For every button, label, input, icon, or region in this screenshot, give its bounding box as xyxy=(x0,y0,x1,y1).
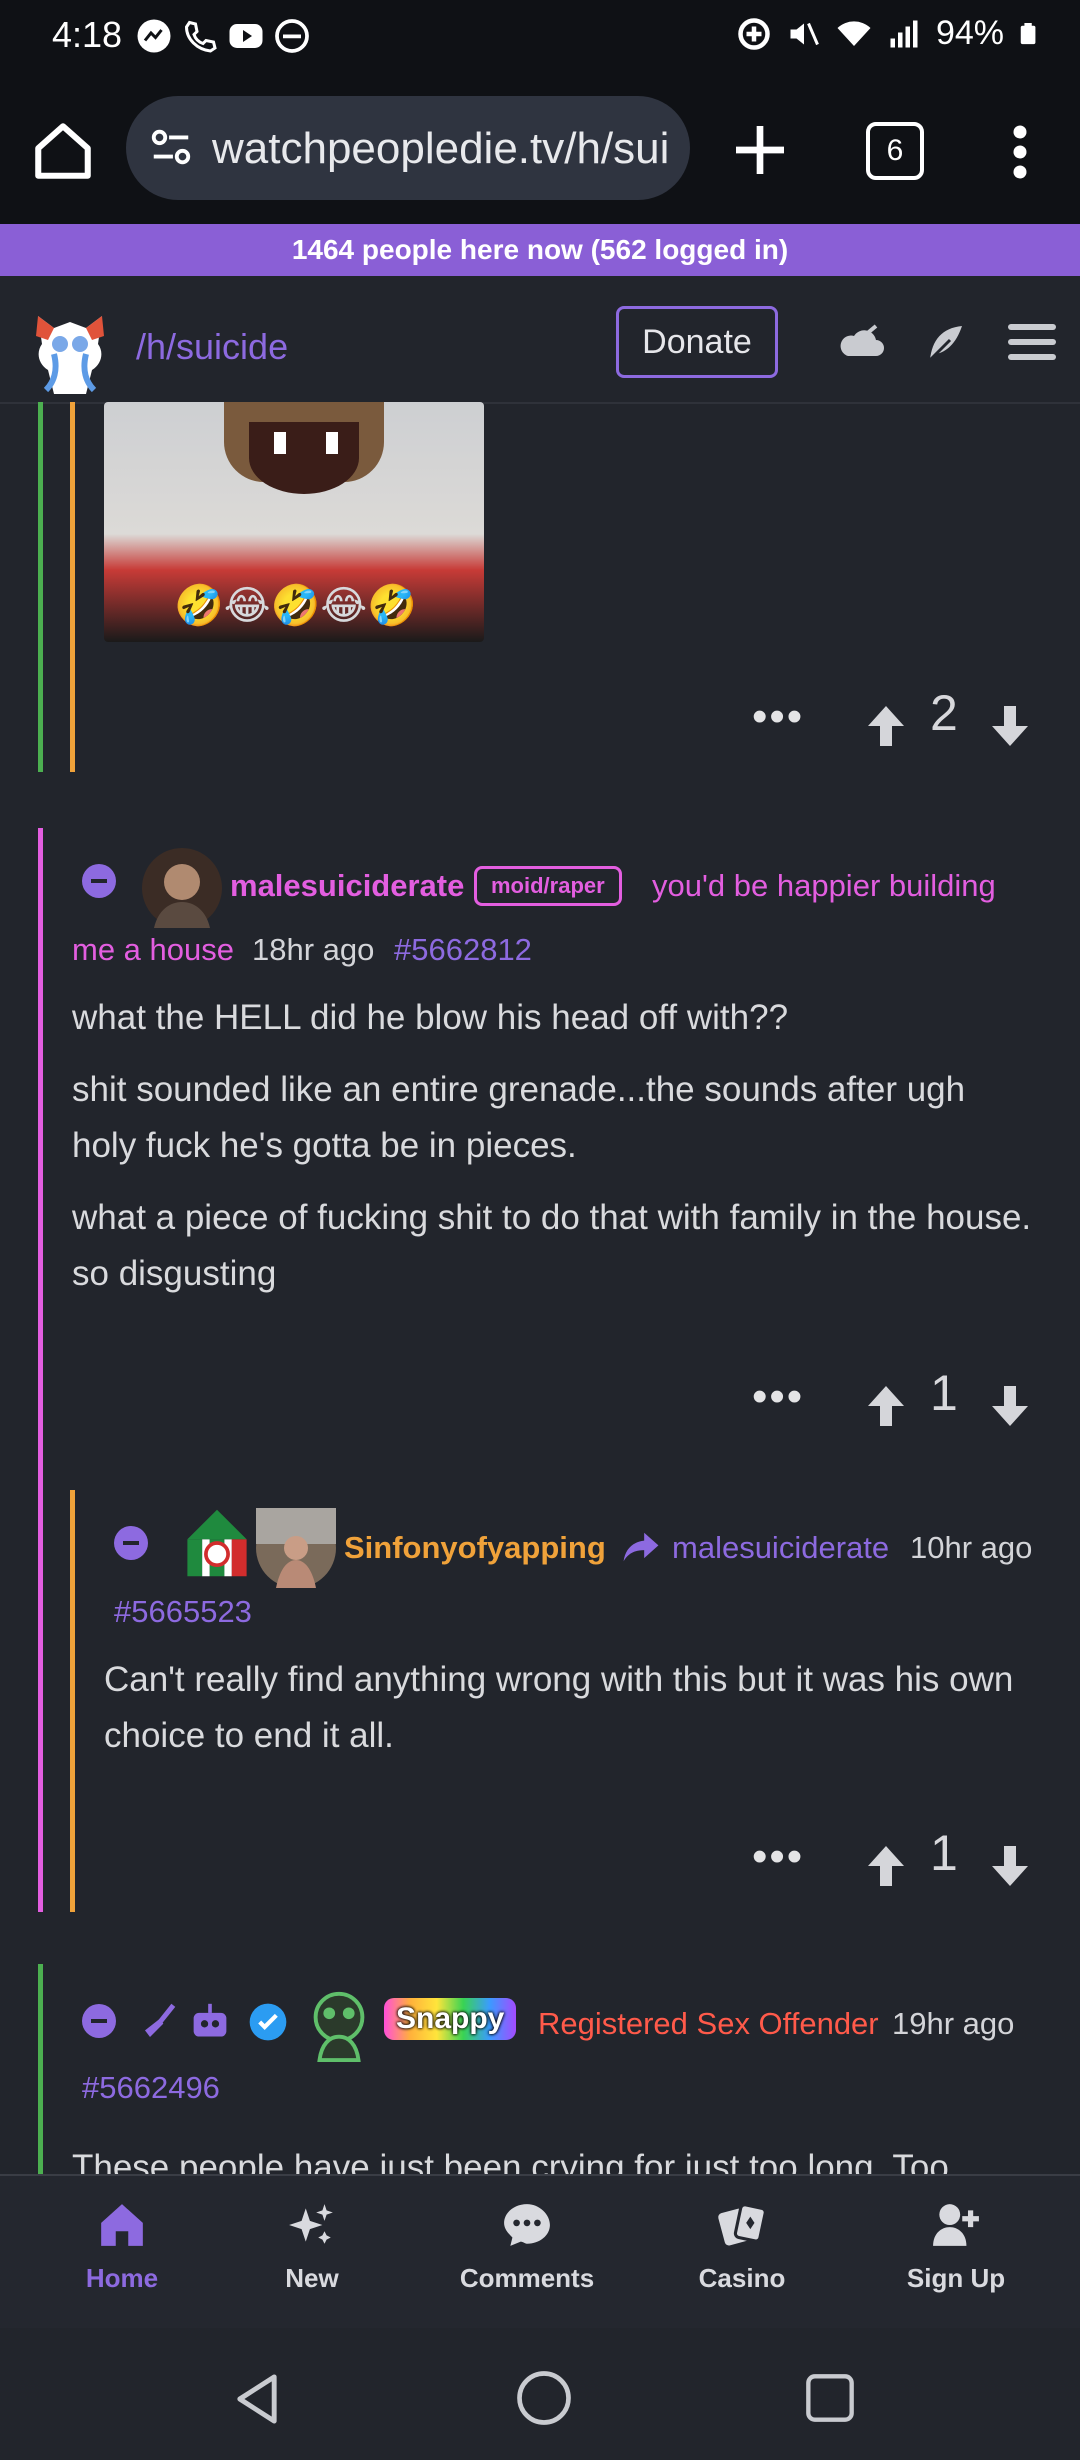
user-flair: you'd be happier building xyxy=(652,868,996,903)
cards-icon xyxy=(718,2203,767,2246)
post-score: 2 xyxy=(930,685,958,741)
status-bar: 4:18 94% xyxy=(0,0,1080,76)
user-flair: Registered Sex Offender xyxy=(538,2006,879,2041)
mexico-flag-hat-icon xyxy=(187,1509,247,1577)
menu-icon[interactable] xyxy=(1008,322,1056,362)
nav-home[interactable]: Home xyxy=(42,2200,202,2294)
flair-badge: moid/raper xyxy=(474,866,622,906)
snappy-badge: Snappy xyxy=(384,1998,517,2040)
more-options-button[interactable]: ••• xyxy=(752,692,804,742)
youtube-icon xyxy=(229,24,263,48)
comment-id-link[interactable]: #5662812 xyxy=(394,932,532,968)
upvote-icon[interactable] xyxy=(866,1844,906,1888)
wifi-icon xyxy=(837,20,871,46)
nav-label: Home xyxy=(85,2263,159,2293)
signal-icon xyxy=(890,20,918,47)
tune-icon[interactable] xyxy=(148,124,194,170)
collapse-button[interactable] xyxy=(82,2004,116,2038)
verified-icon xyxy=(249,2003,287,2041)
avatar[interactable] xyxy=(300,1986,378,2064)
more-icon[interactable] xyxy=(1000,122,1040,182)
sparkles-icon xyxy=(289,2204,333,2244)
home-circle-icon[interactable] xyxy=(516,2370,572,2426)
avatar[interactable] xyxy=(142,848,222,928)
collapse-button[interactable] xyxy=(82,864,116,898)
comment-time: 18hr ago xyxy=(252,932,375,967)
emoji-overlay: 🤣😂🤣😂🤣 xyxy=(174,584,417,628)
comment-paragraph: shit sounded like an entire grenade...th… xyxy=(72,1070,966,1165)
comment-paragraph: Can't really find anything wrong with th… xyxy=(104,1660,1014,1755)
home-icon[interactable] xyxy=(30,118,96,184)
nav-comments[interactable]: Comments xyxy=(447,2200,607,2294)
comment-thread: 🤣😂🤣😂🤣 ••• 2 malesuiciderate moid/raper y… xyxy=(0,402,1080,2174)
add-user-icon xyxy=(933,2204,979,2246)
embedded-image[interactable]: 🤣😂🤣😂🤣 xyxy=(104,402,484,642)
avatar[interactable] xyxy=(256,1508,336,1588)
thread-line[interactable] xyxy=(70,1490,75,1912)
comment-paragraph: what the HELL did he blow his head off w… xyxy=(72,998,789,1037)
thread-line[interactable] xyxy=(38,1964,43,2174)
hole-link[interactable]: /h/suicide xyxy=(136,326,288,368)
comment-paragraph: what a piece of fucking shit to do that … xyxy=(72,1198,1032,1293)
site-logo[interactable] xyxy=(22,300,118,400)
comment-time: 19hr ago xyxy=(892,2006,1015,2041)
downvote-icon[interactable] xyxy=(990,1384,1030,1428)
upvote-icon[interactable] xyxy=(866,1384,906,1428)
downvote-icon[interactable] xyxy=(990,704,1030,748)
system-navigation xyxy=(0,2328,1080,2460)
nav-label: Comments xyxy=(459,2263,595,2293)
broom-icon xyxy=(145,2003,176,2037)
reply-to-username[interactable]: malesuiciderate xyxy=(672,1530,889,1566)
home-icon xyxy=(101,2204,143,2246)
nav-signup[interactable]: Sign Up xyxy=(876,2200,1036,2294)
comment-id-link[interactable]: #5662496 xyxy=(82,2070,220,2106)
donate-button[interactable]: Donate xyxy=(616,306,778,378)
comment-username[interactable]: malesuiciderate xyxy=(230,868,464,904)
url-text: watchpeopledie.tv/h/sui xyxy=(212,124,670,173)
nav-casino[interactable]: Casino xyxy=(662,2200,822,2294)
address-bar[interactable]: watchpeopledie.tv/h/sui xyxy=(126,96,690,200)
cloud-icon[interactable] xyxy=(836,320,888,368)
comment-username[interactable]: Sinfonyofyapping xyxy=(344,1530,606,1566)
nav-label: New xyxy=(285,2263,339,2293)
nav-label: Sign Up xyxy=(906,2263,1006,2293)
comment-time: 10hr ago xyxy=(910,1530,1033,1565)
messenger-icon xyxy=(137,19,171,53)
more-options-button[interactable]: ••• xyxy=(752,1832,804,1882)
comment-score: 1 xyxy=(930,1825,958,1881)
thread-line[interactable] xyxy=(38,828,43,1912)
downvote-icon[interactable] xyxy=(990,1844,1030,1888)
comment-score: 1 xyxy=(930,1365,958,1421)
status-time: 4:18 xyxy=(52,14,123,55)
data-saver-icon xyxy=(738,17,770,50)
user-flair-cont: me a house xyxy=(72,932,234,967)
notification-icons xyxy=(136,18,310,54)
battery-icon xyxy=(1020,22,1036,44)
share-icon xyxy=(623,1532,659,1562)
comment-icon xyxy=(504,2204,550,2246)
online-count-banner: 1464 people here now (562 logged in) xyxy=(0,224,1080,276)
phone-icon xyxy=(184,20,217,53)
collapse-button[interactable] xyxy=(114,1526,148,1560)
more-options-button[interactable]: ••• xyxy=(752,1372,804,1422)
back-icon[interactable] xyxy=(232,2372,282,2426)
nav-label: Casino xyxy=(698,2263,786,2293)
nav-new[interactable]: New xyxy=(232,2200,392,2294)
comment-id-link[interactable]: #5665523 xyxy=(114,1594,252,1630)
thread-line[interactable] xyxy=(38,402,43,772)
dnd-icon xyxy=(275,19,309,53)
upvote-icon[interactable] xyxy=(866,704,906,748)
recents-icon[interactable] xyxy=(804,2372,856,2424)
mute-icon xyxy=(790,22,819,45)
system-icons: 94% xyxy=(736,14,1040,53)
battery-percent: 94% xyxy=(935,14,1004,52)
robot-icon xyxy=(193,2003,227,2037)
plus-icon[interactable] xyxy=(728,118,792,182)
feather-icon[interactable] xyxy=(920,320,972,368)
comment-paragraph: These people have just been crying for j… xyxy=(72,2148,949,2174)
thread-line[interactable] xyxy=(70,402,75,772)
tab-switcher-button[interactable]: 6 xyxy=(866,122,924,180)
